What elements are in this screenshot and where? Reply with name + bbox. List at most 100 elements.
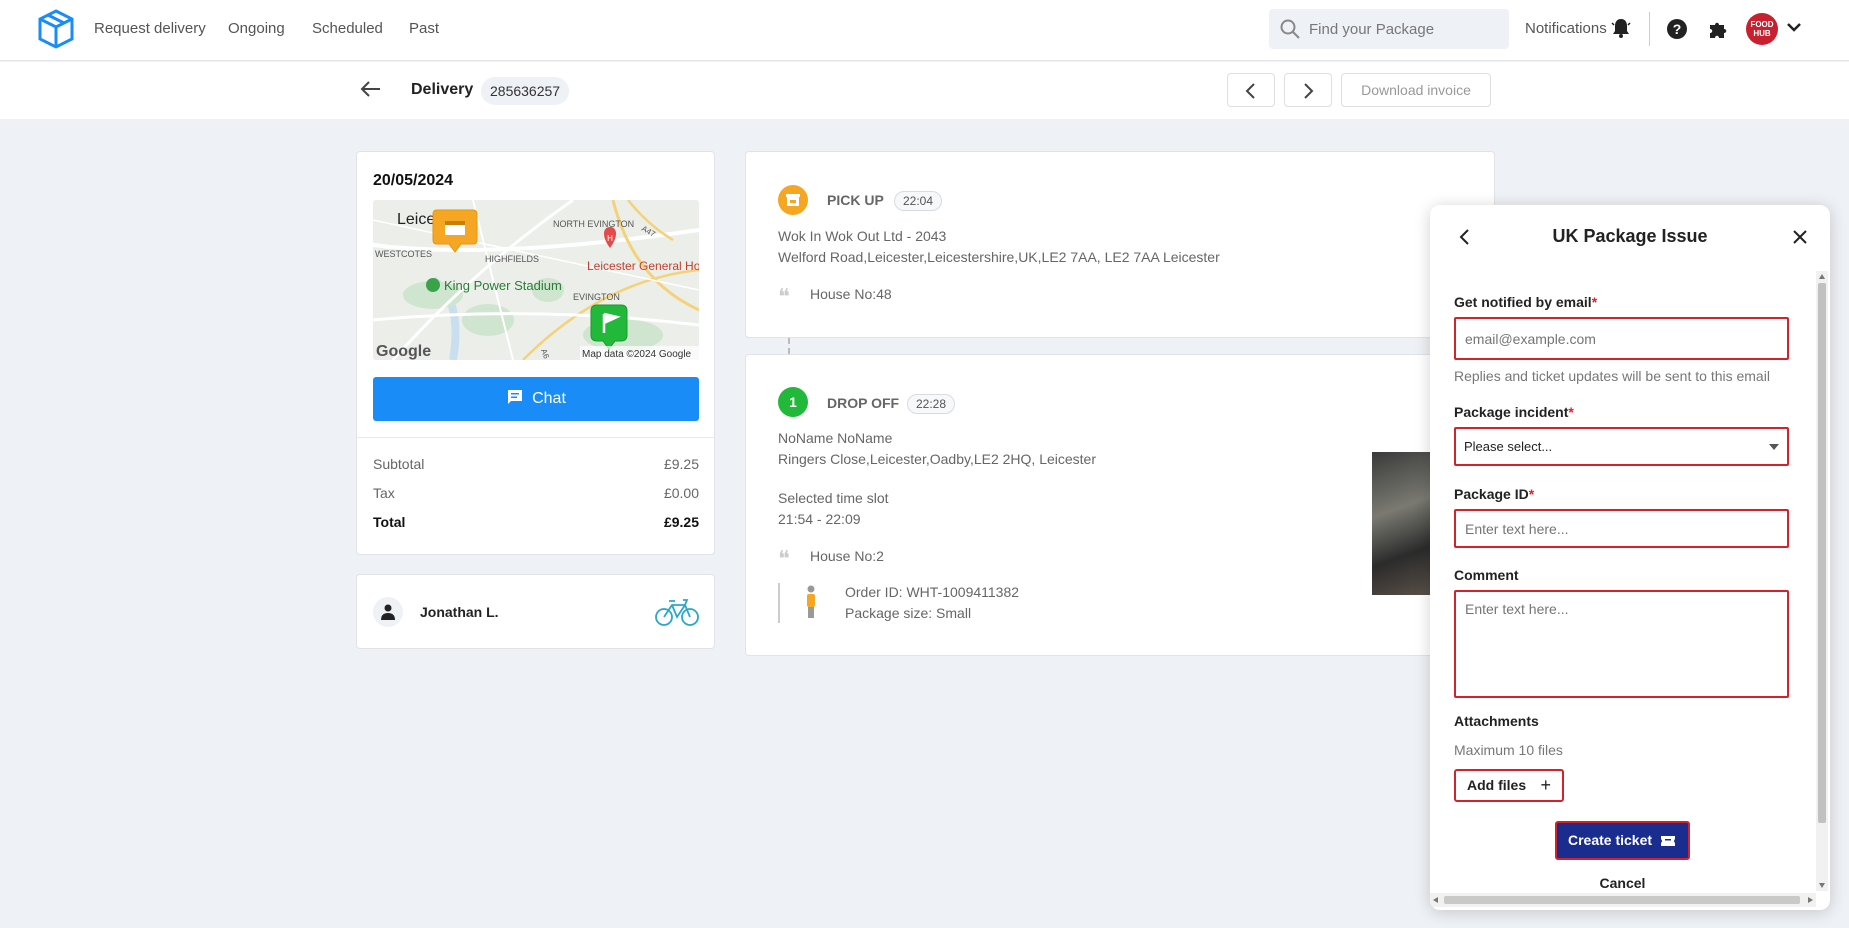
modal-horizontal-scrollbar[interactable] [1430, 893, 1816, 907]
scroll-right-arrow[interactable] [1808, 897, 1813, 903]
nav-past[interactable]: Past [409, 20, 439, 37]
package-person-icon [807, 585, 815, 618]
subtotal-value: £9.25 [663, 456, 699, 472]
delivery-id-badge: 285636257 [481, 77, 570, 105]
cancel-button[interactable]: Cancel [1430, 875, 1815, 891]
incident-select-value: Please select... [1464, 439, 1553, 454]
route-map[interactable]: Leice NORTH EVINGTON WESTCOTES HIGHFIELD… [373, 200, 699, 360]
page-title: Delivery [411, 81, 474, 98]
driver-avatar [373, 597, 403, 627]
order-details-bar [778, 583, 780, 623]
pickup-note: House No:48 [810, 286, 892, 302]
dropoff-time-badge: 22:28 [907, 394, 956, 414]
map-label-north-evington: NORTH EVINGTON [553, 219, 634, 229]
proof-photo[interactable] [1372, 452, 1432, 595]
pickup-address: Welford Road,Leicester,Leicestershire,UK… [778, 249, 1220, 265]
total-label: Total [373, 514, 406, 530]
svg-text:?: ? [1673, 21, 1682, 37]
nav-scheduled[interactable]: Scheduled [312, 20, 383, 37]
chat-icon [508, 390, 523, 405]
comment-label: Comment [1454, 567, 1519, 583]
required-mark: * [1591, 294, 1598, 310]
map-graphic: Leice NORTH EVINGTON WESTCOTES HIGHFIELD… [373, 200, 699, 360]
package-id-label-text: Package ID [1454, 486, 1529, 502]
package-id-label: Package ID* [1454, 486, 1534, 502]
attachments-hint: Maximum 10 files [1454, 742, 1563, 758]
chat-button-label: Chat [532, 390, 566, 407]
delivery-summary-card: 20/05/2024 Leice NORTH EVINGTON WESTCOTE… [356, 151, 715, 555]
bell-icon[interactable] [1610, 17, 1632, 39]
scroll-up-arrow[interactable] [1819, 274, 1825, 279]
map-attribution: Map data ©2024 Google [582, 349, 692, 360]
subtotal-row: Subtotal £9.25 [373, 456, 699, 472]
ticket-icon [1661, 836, 1675, 846]
app-logo-icon[interactable] [36, 8, 76, 50]
comment-field[interactable] [1454, 590, 1789, 698]
subtotal-label: Subtotal [373, 456, 425, 472]
dropoff-title: DROP OFF [827, 395, 900, 411]
download-invoice-button[interactable]: Download invoice [1341, 73, 1491, 107]
scrollbar-thumb[interactable] [1444, 896, 1800, 904]
map-label-highfields: HIGHFIELDS [485, 254, 539, 264]
tax-label: Tax [373, 485, 395, 501]
incident-label-text: Package incident [1454, 404, 1569, 420]
map-label-stadium: King Power Stadium [444, 278, 562, 293]
email-label: Get notified by email* [1454, 294, 1597, 310]
required-mark: * [1528, 486, 1535, 502]
next-button[interactable] [1284, 73, 1332, 107]
time-slot-value: 21:54 - 22:09 [778, 511, 861, 527]
tax-value: £0.00 [663, 485, 699, 501]
order-id: Order ID: WHT-1009411382 [845, 584, 1020, 600]
package-size: Package size: Small [845, 605, 972, 621]
pickup-name: Wok In Wok Out Ltd - 2043 [778, 228, 947, 244]
incident-select[interactable]: Please select... [1454, 427, 1789, 466]
store-icon [778, 185, 808, 215]
top-nav: Request delivery Ongoing Scheduled Past … [0, 0, 1849, 61]
search-input[interactable]: Find your Package [1269, 9, 1509, 49]
email-label-text: Get notified by email [1454, 294, 1592, 310]
help-icon[interactable]: ? [1666, 18, 1688, 40]
brand-avatar[interactable]: FOOD HUB [1746, 13, 1778, 45]
map-google-logo: Google [376, 343, 431, 360]
svg-text:H: H [607, 234, 613, 243]
caret-down-icon [1769, 444, 1779, 450]
email-hint: Replies and ticket updates will be sent … [1454, 368, 1770, 384]
add-files-label: Add files [1467, 777, 1527, 793]
nav-request-delivery[interactable]: Request delivery [94, 20, 206, 37]
chevron-down-icon[interactable] [1786, 22, 1802, 34]
notifications-link[interactable]: Notifications [1525, 20, 1607, 37]
modal-vertical-scrollbar[interactable] [1816, 271, 1828, 891]
email-field[interactable] [1454, 317, 1789, 360]
required-mark: * [1568, 404, 1574, 420]
time-slot-label: Selected time slot [778, 490, 889, 506]
add-files-button[interactable]: Add files + [1454, 769, 1564, 802]
scroll-left-arrow[interactable] [1433, 897, 1438, 903]
close-icon[interactable] [1792, 229, 1808, 245]
chevron-right-icon [1304, 83, 1314, 99]
tax-row: Tax £0.00 [373, 485, 699, 501]
driver-name: Jonathan L. [420, 604, 499, 620]
chevron-left-icon [1245, 83, 1255, 99]
scrollbar-thumb[interactable] [1818, 283, 1826, 823]
bicycle-icon [655, 599, 699, 626]
delivery-subheader: Delivery 285636257 Download invoice [0, 62, 1849, 119]
delivery-date: 20/05/2024 [373, 172, 454, 189]
person-icon [381, 604, 395, 620]
pickup-title: PICK UP [827, 192, 884, 208]
search-placeholder: Find your Package [1309, 21, 1435, 38]
package-id-field[interactable] [1454, 509, 1789, 548]
map-label-hospital: Leicester General Hospital [587, 259, 699, 273]
chat-button[interactable]: Chat [373, 377, 699, 421]
search-icon [1280, 19, 1300, 39]
map-label-city: Leice [397, 211, 435, 228]
total-value: £9.25 [663, 514, 699, 530]
create-ticket-button[interactable]: Create ticket [1555, 821, 1690, 860]
back-arrow-icon[interactable] [360, 78, 382, 100]
previous-button[interactable] [1227, 73, 1275, 107]
scroll-down-arrow[interactable] [1819, 883, 1825, 888]
puzzle-icon[interactable] [1706, 17, 1730, 41]
package-issue-modal: UK Package Issue Get notified by email* … [1430, 205, 1830, 910]
nav-ongoing[interactable]: Ongoing [228, 20, 285, 37]
route-connector [788, 338, 790, 354]
plus-icon: + [1540, 775, 1551, 795]
